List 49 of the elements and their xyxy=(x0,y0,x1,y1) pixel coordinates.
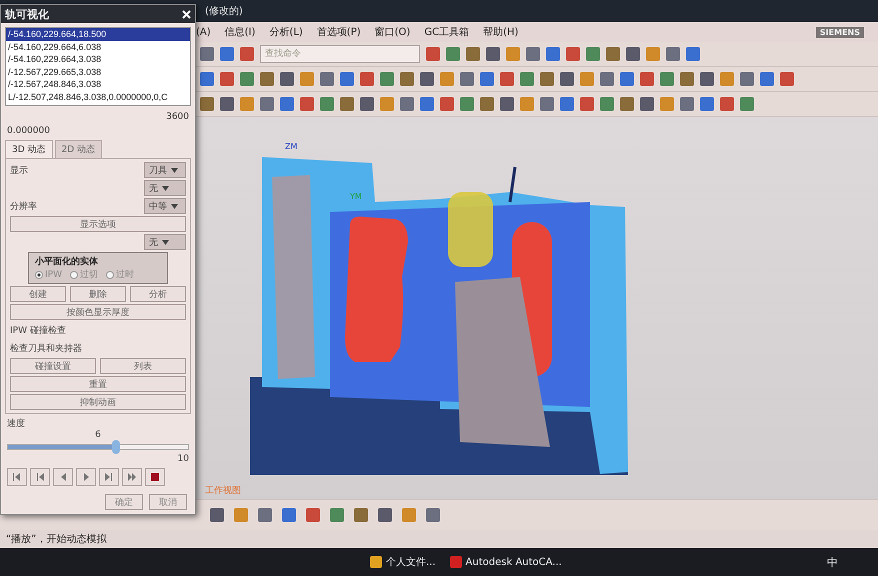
range-value: 3600 xyxy=(166,112,189,122)
dialog-button[interactable]: 重置 xyxy=(10,376,186,392)
dialog-button[interactable]: 按颜色显示厚度 xyxy=(10,304,186,320)
field-label: 显示 xyxy=(10,164,28,176)
axis-label: ZM xyxy=(285,142,298,151)
menu-item[interactable]: GC工具箱 xyxy=(424,25,470,39)
taskbar-item[interactable]: 个人文件... xyxy=(370,555,436,569)
list-item[interactable]: /-54.160,229.664,6.038 xyxy=(6,40,190,53)
menu-item[interactable]: 首选项(P) xyxy=(316,25,361,39)
menu-item[interactable]: 信息(I) xyxy=(224,25,256,39)
menu-item[interactable]: (A) xyxy=(196,26,211,38)
list-item[interactable]: /-54.160,229.664,3.038 xyxy=(6,53,190,66)
axis-label: YM xyxy=(350,192,362,201)
group-title: 小平面化的实体 xyxy=(35,255,99,268)
tab[interactable]: 3D 动态 xyxy=(5,140,53,158)
dropdown[interactable]: 无 xyxy=(144,234,186,250)
menu-item[interactable]: 分析(L) xyxy=(269,25,303,39)
tab[interactable]: 2D 动态 xyxy=(54,140,102,158)
menu-item[interactable]: 帮助(H) xyxy=(483,25,518,39)
dropdown[interactable]: 刀具 xyxy=(144,162,186,178)
input-method-indicator[interactable]: 中 xyxy=(827,554,838,570)
option-label: 检查刀具和夹持器 xyxy=(10,342,82,354)
brand-logo: SIEMENS xyxy=(816,26,864,38)
search-field[interactable]: 查找命令 xyxy=(260,45,420,63)
option-label: IPW 碰撞检查 xyxy=(10,324,66,336)
dialog-button[interactable]: 显示选项 xyxy=(10,216,186,232)
list-item[interactable]: /-12.567,229.665,3.038 xyxy=(6,66,190,78)
dropdown[interactable]: 中等 xyxy=(144,198,186,214)
dialog-button[interactable]: 列表 xyxy=(100,358,186,374)
menu-item[interactable]: 窗口(O) xyxy=(374,25,410,39)
window-title: (修改的) xyxy=(205,5,243,18)
slider-value: 6 xyxy=(95,430,101,440)
position-value: 0.000000 xyxy=(7,126,50,136)
list-item[interactable]: L/-12.507,248.846,3.038,0.0000000,0,C xyxy=(6,90,190,103)
dialog-button[interactable]: 创建 xyxy=(10,286,66,302)
dialog-button[interactable]: 分析 xyxy=(130,286,186,302)
slider-max: 10 xyxy=(178,454,189,464)
dialog-title: 轨可视化 xyxy=(5,6,49,22)
dialog-button[interactable]: 抑制动画 xyxy=(10,394,186,410)
list-item[interactable]: /-12.567,248.846,3.038 xyxy=(6,78,190,90)
dropdown[interactable]: 无 xyxy=(144,180,186,196)
speed-label: 速度 xyxy=(7,418,26,430)
taskbar-item[interactable]: Autodesk AutoCA... xyxy=(450,556,562,568)
field-label: 分辨率 xyxy=(10,200,37,212)
dialog-button[interactable]: 删除 xyxy=(70,286,126,302)
view-label: 工作视图 xyxy=(205,484,241,497)
dialog-button[interactable]: 碰撞设置 xyxy=(10,358,96,374)
status-text: “播放”，开始动态模拟 xyxy=(6,532,106,546)
list-item[interactable]: /-54.160,229.664,18.500 xyxy=(6,28,190,40)
